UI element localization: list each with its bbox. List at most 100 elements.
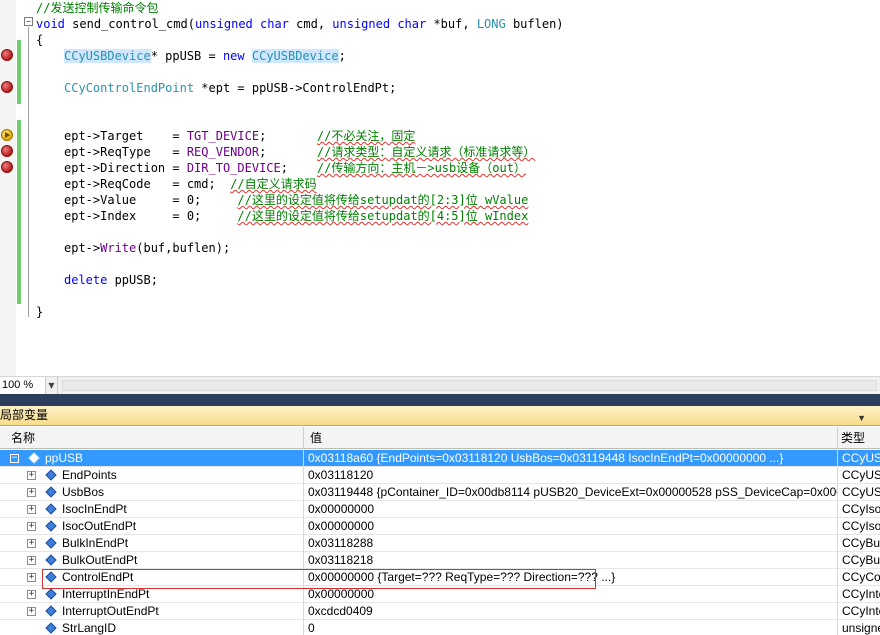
locals-row[interactable]: − ppUSB 0x03118a60 {EndPoints=0x03118120 U… <box>0 450 880 467</box>
column-header-type[interactable]: 类型 <box>838 427 880 449</box>
variable-icon <box>28 452 40 464</box>
comment: //发送控制传输命令包 <box>36 1 159 15</box>
type-cell: CCyUSBDevice * <box>842 451 880 465</box>
keyword: char <box>397 17 427 31</box>
value-cell[interactable]: 0x03118218 <box>304 552 838 569</box>
value-cell[interactable]: 0x03119448 {pContainer_ID=0x00db8114 pUS… <box>304 484 838 501</box>
name-cell[interactable]: + IsocOutEndPt <box>0 518 304 535</box>
zoom-level-combo[interactable]: 100 % <box>0 377 46 394</box>
type-cell: CCyControlEndPoint * <box>842 570 880 584</box>
name-cell[interactable]: + IsocInEndPt <box>0 501 304 518</box>
code-line: void send_control_cmd(unsigned char cmd,… <box>36 16 564 32</box>
value-cell[interactable]: 0 <box>304 620 838 635</box>
locals-row[interactable]: + IsocOutEndPt 0x00000000 CCyIsocEndPoint * <box>0 518 880 535</box>
name-cell[interactable]: + BulkInEndPt <box>0 535 304 552</box>
splitter[interactable] <box>0 394 880 406</box>
locals-window: 局部变量 ▼ 名称 值 类型 − ppUSB 0x03118a60 {EndPoin… <box>0 406 880 635</box>
code-line: ept->ReqType = REQ_VENDOR; //请求类型：自定义请求（… <box>64 144 535 160</box>
name-cell[interactable]: + BulkOutEndPt <box>0 552 304 569</box>
locals-row[interactable]: + InterruptOutEndPt 0xcdcd0409 CCyInterrupt… <box>0 603 880 620</box>
editor-status-bar: 100 % ▼ <box>0 376 880 394</box>
column-header-value[interactable]: 值 <box>304 427 838 449</box>
value-cell[interactable]: 0x00000000 <box>304 518 838 535</box>
value-cell[interactable]: 0x00000000 <box>304 501 838 518</box>
name-cell[interactable]: − ppUSB <box>0 450 304 467</box>
variable-icon <box>45 537 57 549</box>
expand-icon[interactable]: + <box>27 590 36 599</box>
horizontal-scrollbar[interactable] <box>62 380 877 391</box>
code-text: ept-> <box>64 241 101 255</box>
expand-icon[interactable]: + <box>27 471 36 480</box>
collapse-icon[interactable]: − <box>10 454 19 463</box>
current-statement-arrow-icon[interactable] <box>1 129 13 141</box>
name-cell[interactable]: + InterruptOutEndPt <box>0 603 304 620</box>
expand-icon[interactable]: + <box>27 607 36 616</box>
keyword: delete <box>64 273 108 287</box>
code-line: } <box>36 305 44 319</box>
type-name: CCyUSBDevice <box>251 49 339 63</box>
collapse-region-icon[interactable]: − <box>24 17 33 26</box>
value-cell[interactable]: 0x03118a60 {EndPoints=0x03118120 UsbBos=… <box>304 450 838 467</box>
type-name: CCyControlEndPoint <box>64 81 195 95</box>
expand-icon[interactable]: + <box>27 505 36 514</box>
keyword: unsigned <box>194 17 253 31</box>
type-cell: CCyInterruptEndPoint * <box>842 587 880 601</box>
code-line: { <box>36 33 44 47</box>
value-cell[interactable]: 0x03118120 <box>304 467 838 484</box>
expand-icon[interactable]: + <box>27 573 36 582</box>
locals-row[interactable]: + UsbBos 0x03119448 {pContainer_ID=0x00db8… <box>0 484 880 501</box>
comment: //请求类型：自定义请求（标准请求等） <box>316 145 536 159</box>
keyword: char <box>260 17 289 31</box>
variable-name: IsocOutEndPt <box>62 519 137 533</box>
code-text: ; <box>259 145 267 159</box>
name-cell[interactable]: StrLangID <box>0 620 304 635</box>
expand-icon[interactable]: + <box>27 539 36 548</box>
comment: //传输方向：主机－>usb设备（out） <box>316 161 526 175</box>
locals-row[interactable]: + BulkInEndPt 0x03118288 CCyBulkEndPoint * <box>0 535 880 552</box>
variable-name: ppUSB <box>45 451 84 465</box>
breakpoint-icon[interactable] <box>1 81 13 93</box>
locals-row[interactable]: + IsocInEndPt 0x00000000 CCyIsocEndPoint * <box>0 501 880 518</box>
expand-icon[interactable]: + <box>27 488 36 497</box>
comment: //自定义请求码 <box>230 177 317 191</box>
type-cell: CCyUSBEndPoint * * <box>842 468 880 482</box>
variable-icon <box>45 486 57 498</box>
expand-icon[interactable]: + <box>27 556 36 565</box>
variable-name: StrLangID <box>62 621 117 635</box>
outline-line <box>28 27 29 317</box>
highlight-annotation-box <box>42 569 596 589</box>
type-name: LONG <box>476 17 506 31</box>
variable-icon <box>45 469 57 481</box>
breakpoint-icon[interactable] <box>1 145 13 157</box>
value-cell[interactable]: 0x03118288 <box>304 535 838 552</box>
param: cmd, <box>296 17 326 31</box>
variable-icon <box>45 605 57 617</box>
value-cell[interactable]: 0xcdcd0409 <box>304 603 838 620</box>
breakpoint-icon[interactable] <box>1 161 13 173</box>
type-cell: CCyInterruptEndPoint * <box>842 604 880 618</box>
locals-row[interactable]: + BulkOutEndPt 0x03118218 CCyBulkEndPoint * <box>0 552 880 569</box>
code-text: (buf,buflen); <box>136 241 231 255</box>
type-cell: CCyUSBBOS * <box>842 485 880 499</box>
locals-row[interactable]: + EndPoints 0x03118120 CCyUSBEndPoint * * <box>0 467 880 484</box>
code-text: ept->ReqType = <box>64 145 187 159</box>
type-cell: CCyIsocEndPoint * <box>842 502 880 516</box>
name-cell[interactable]: + UsbBos <box>0 484 304 501</box>
param: *buf, <box>433 17 470 31</box>
type-cell: CCyBulkEndPoint * <box>842 536 880 550</box>
locals-row[interactable]: StrLangID 0 unsigned short <box>0 620 880 635</box>
code-editor[interactable]: − //发送控制传输命令包 void send_control_cmd(unsi… <box>0 0 880 376</box>
locals-window-title[interactable]: 局部变量 ▼ <box>0 406 880 426</box>
name-cell[interactable]: + EndPoints <box>0 467 304 484</box>
code-line: ept->ReqCode = cmd; //自定义请求码 <box>64 176 317 192</box>
breakpoint-icon[interactable] <box>1 49 13 61</box>
variable-icon <box>45 622 57 634</box>
chevron-down-icon[interactable]: ▼ <box>46 377 58 394</box>
expand-icon[interactable]: + <box>27 522 36 531</box>
change-marker <box>17 40 21 72</box>
variable-name: UsbBos <box>62 485 105 499</box>
window-menu-icon[interactable]: ▼ <box>857 409 866 428</box>
column-header-name[interactable]: 名称 <box>0 427 304 449</box>
code-text: ; <box>259 129 267 143</box>
keyword: new <box>222 49 245 63</box>
